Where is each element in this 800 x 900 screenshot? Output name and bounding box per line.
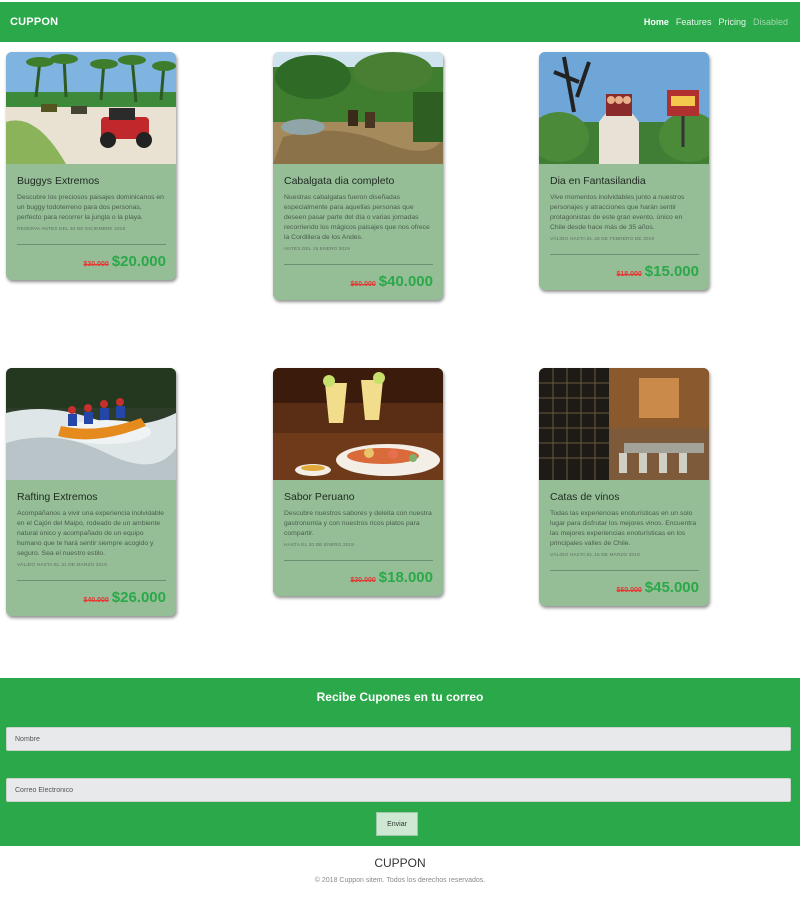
card-image	[273, 52, 443, 164]
card-title: Dia en Fantasilandia	[550, 175, 646, 187]
new-price: $26.000	[111, 589, 166, 606]
nav-link-features[interactable]: Features	[676, 17, 712, 27]
card-body: Catas de vinos Todas las experiencias en…	[539, 480, 709, 606]
page: CUPPON Home Features Pricing Disabled Bu…	[0, 0, 800, 900]
old-price: $60.000	[350, 281, 376, 288]
new-price: $45.000	[644, 579, 699, 596]
old-price: $40.000	[83, 597, 109, 604]
card-title: Cabalgata dia completo	[284, 175, 395, 187]
offer-card-sabor-peruano[interactable]: Sabor Peruano Descubre nuestros sabores …	[273, 368, 443, 596]
send-button[interactable]: Enviar	[376, 812, 418, 836]
card-divider	[550, 570, 699, 571]
card-body: Buggys Extremos Descubre los preciosos p…	[6, 164, 176, 280]
offer-card-cabalgata[interactable]: Cabalgata dia completo Nuestras cabalgat…	[273, 52, 443, 300]
card-image	[539, 368, 709, 480]
nav-links: Home Features Pricing Disabled	[644, 17, 788, 27]
name-input[interactable]	[6, 727, 791, 751]
card-description: Descubre nuestros sabores y deleita con …	[284, 510, 432, 537]
card-image	[6, 52, 176, 164]
amusement-park-image	[539, 52, 709, 164]
card-validity: VÁLIDO HASTA EL 28 DE FEBRERO DE 2019	[550, 237, 655, 242]
card-title: Sabor Peruano	[284, 491, 355, 503]
new-price: $15.000	[644, 263, 699, 280]
new-price: $40.000	[378, 273, 433, 290]
navbar: CUPPON Home Features Pricing Disabled	[0, 2, 800, 42]
wine-cellar-image	[539, 368, 709, 480]
peruvian-food-image	[273, 368, 443, 480]
price-row: $30.000 $18.000	[284, 569, 433, 586]
footer-copyright: © 2018 Cuppon sitem. Todos los derechos …	[314, 877, 486, 884]
card-body: Rafting Extremos Acompáñanos a vivir una…	[6, 480, 176, 616]
card-image	[273, 368, 443, 480]
card-body: Cabalgata dia completo Nuestras cabalgat…	[273, 164, 443, 300]
brand-logo[interactable]: CUPPON	[10, 16, 58, 28]
nav-link-disabled: Disabled	[752, 17, 788, 27]
card-validity: HASTA EL 20 DE ENERO 2019	[284, 543, 354, 548]
card-divider	[17, 580, 166, 581]
card-title: Buggys Extremos	[17, 175, 100, 187]
rafting-image	[6, 368, 176, 480]
footer-brand: CUPPON	[374, 856, 426, 870]
card-divider	[550, 254, 699, 255]
card-title: Catas de vinos	[550, 491, 620, 503]
card-validity: VÁLIDO HASTA EL 15 DE MARZO 2019	[550, 553, 640, 558]
card-divider	[284, 560, 433, 561]
email-input[interactable]	[6, 778, 791, 802]
price-row: $60.000 $45.000	[550, 579, 699, 596]
price-row: $60.000 $40.000	[284, 273, 433, 290]
offer-card-buggys[interactable]: Buggys Extremos Descubre los preciosos p…	[6, 52, 176, 280]
offer-card-rafting[interactable]: Rafting Extremos Acompáñanos a vivir una…	[6, 368, 176, 616]
card-description: Vive momentos inolvidables junto a nuest…	[550, 194, 685, 231]
card-description: Acompáñanos a vivir una experiencia inol…	[17, 510, 164, 557]
old-price: $30.000	[83, 261, 109, 268]
newsletter-title: Recibe Cupones en tu correo	[316, 690, 484, 704]
card-description: Nuestras cabalgatas fueron diseñadas esp…	[284, 194, 430, 241]
old-price: $60.000	[616, 587, 642, 594]
price-row: $40.000 $26.000	[17, 589, 166, 606]
card-title: Rafting Extremos	[17, 491, 98, 503]
price-row: $18.000 $15.000	[550, 263, 699, 280]
nav-link-pricing[interactable]: Pricing	[718, 17, 746, 27]
offer-card-catas-de-vinos[interactable]: Catas de vinos Todas las experiencias en…	[539, 368, 709, 606]
new-price: $18.000	[378, 569, 433, 586]
price-row: $30.000 $20.000	[17, 253, 166, 270]
card-divider	[284, 264, 433, 265]
newsletter-section: Recibe Cupones en tu correo Enviar	[0, 678, 800, 846]
card-body: Sabor Peruano Descubre nuestros sabores …	[273, 480, 443, 596]
card-body: Dia en Fantasilandia Vive momentos inolv…	[539, 164, 709, 290]
card-description: Todas las experiencias enoturísticas en …	[550, 510, 697, 547]
card-validity: VÁLIDO HASTA EL 31 DE MARZO 2019	[17, 563, 107, 568]
card-description: Descubre los preciosos paisajes dominica…	[17, 194, 164, 221]
card-validity: RESERVA ANTES DEL 30 DE DICIEMBRE 2018	[17, 227, 126, 232]
new-price: $20.000	[111, 253, 166, 270]
card-image	[6, 368, 176, 480]
offer-card-fantasilandia[interactable]: Dia en Fantasilandia Vive momentos inolv…	[539, 52, 709, 290]
card-divider	[17, 244, 166, 245]
card-image	[539, 52, 709, 164]
buggy-beach-image	[6, 52, 176, 164]
old-price: $18.000	[616, 271, 642, 278]
old-price: $30.000	[350, 577, 376, 584]
nav-link-home[interactable]: Home	[644, 17, 669, 27]
card-validity: ANTES DEL 15 ENERO 2019	[284, 247, 350, 252]
horse-ride-image	[273, 52, 443, 164]
